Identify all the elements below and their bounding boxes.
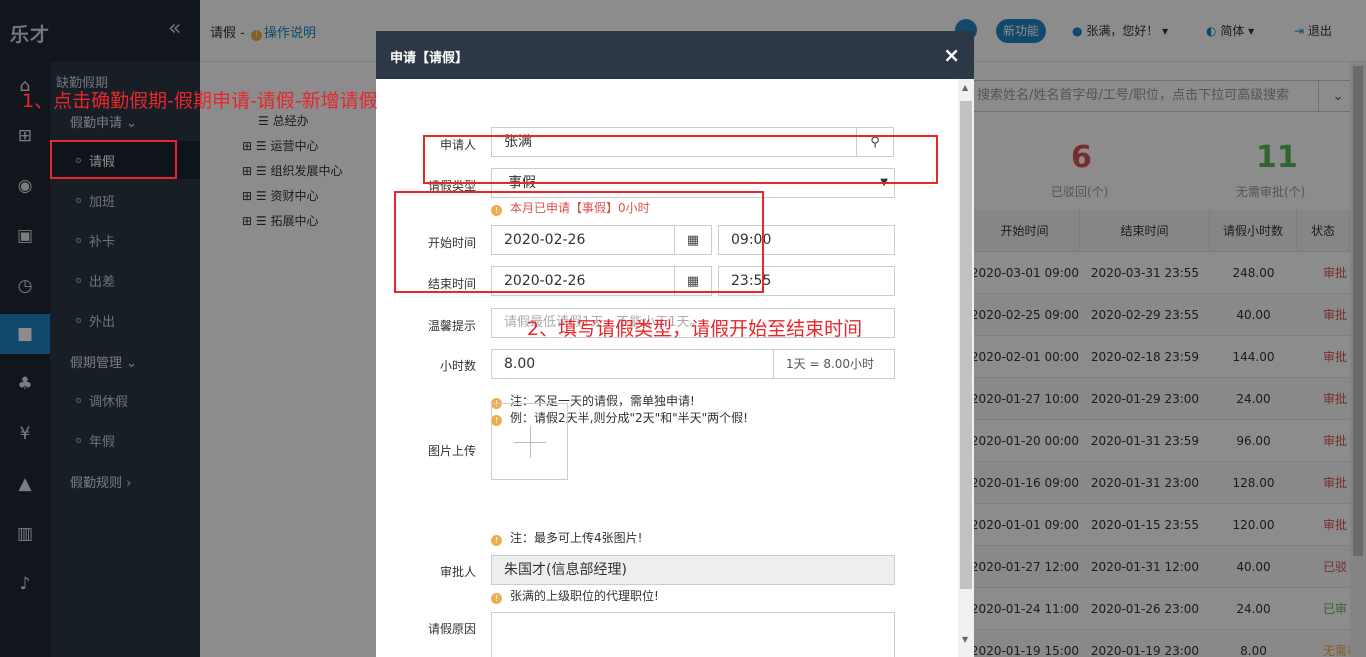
annotation-step1: 1、点击确勤假期-假期申请-请假-新增请假 <box>22 90 378 112</box>
dialog-title: 申请【请假】 <box>390 51 469 66</box>
dialog-scrollbar[interactable]: ▲ ▼ <box>958 79 974 657</box>
close-icon[interactable]: × <box>943 43 960 67</box>
days-conversion: 1天 = 8.00小时 <box>773 349 895 379</box>
approver-label: 审批人 <box>439 565 476 579</box>
dialog-header: 申请【请假】 <box>376 31 974 79</box>
image-upload-button[interactable] <box>491 403 568 480</box>
reason-textarea[interactable] <box>491 612 895 657</box>
annotation-step2: 2、填写请假类型，请假开始至结束时间 <box>527 318 863 340</box>
hours-input[interactable]: 8.00 <box>491 349 774 379</box>
scroll-up-icon[interactable]: ▲ <box>962 83 968 92</box>
approver-hint: ! 张满的上级职位的代理职位! <box>491 587 659 604</box>
annotation-box-leave-type <box>423 135 938 184</box>
info-icon: ! <box>491 535 502 546</box>
annotation-box-time-range <box>394 191 764 293</box>
info-icon: ! <box>491 593 502 604</box>
approver-field: 朱国才(信息部经理) <box>491 555 895 585</box>
image-upload-note: ! 注：最多可上传4张图片! <box>491 529 642 546</box>
image-upload-label: 图片上传 <box>427 444 476 458</box>
reason-label: 请假原因 <box>427 622 476 636</box>
hours-label: 小时数 <box>439 359 476 373</box>
tip-label: 温馨提示 <box>427 319 476 333</box>
annotation-box-leave-menu <box>50 140 177 179</box>
leave-apply-dialog: 申请【请假】 × 申请人 张满 ⚲ 请假类型 事假 ▼ ! 本月已申请【事假】0小时… <box>376 31 974 657</box>
scroll-down-icon[interactable]: ▼ <box>962 635 968 644</box>
